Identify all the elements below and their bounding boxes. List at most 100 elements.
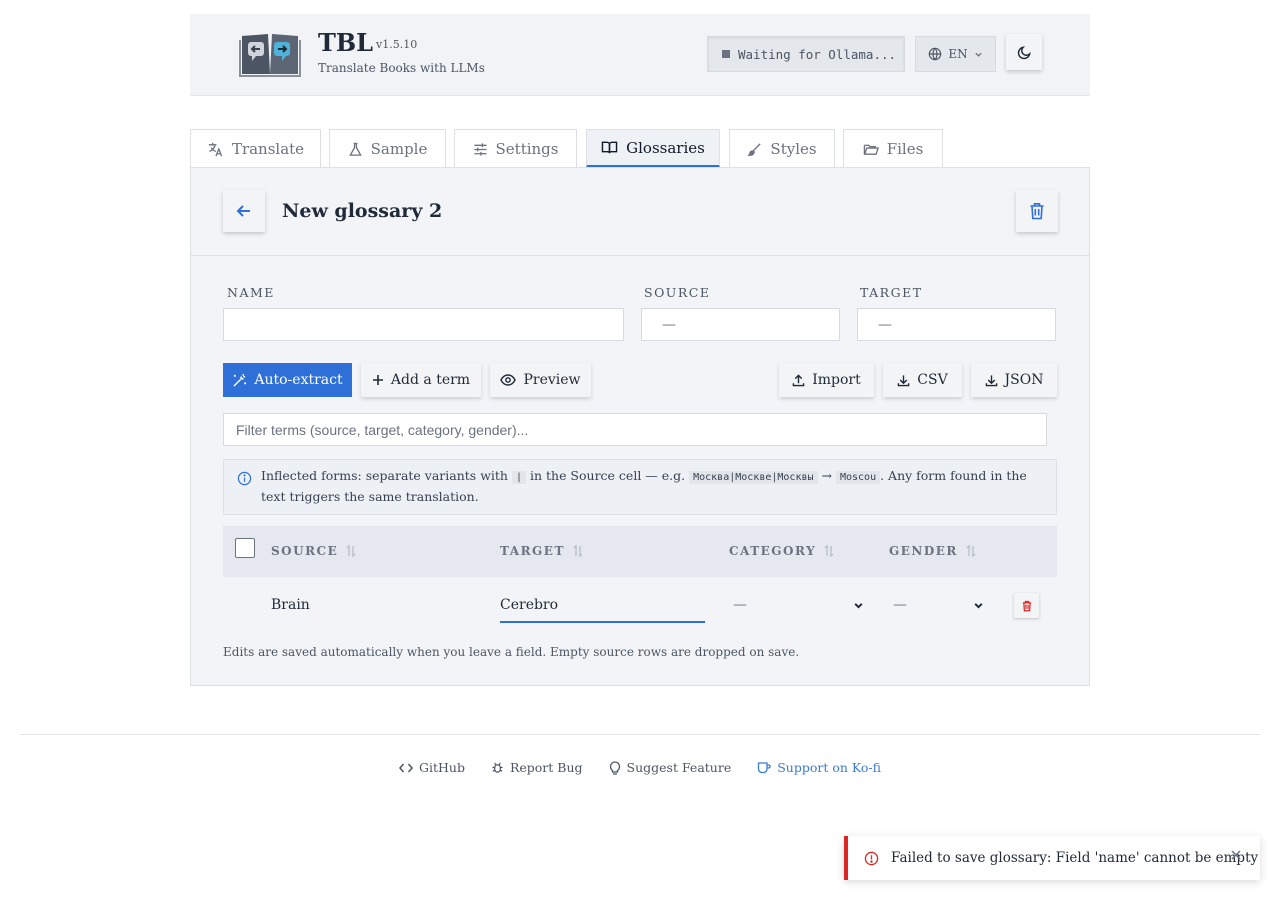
plus-icon	[372, 375, 383, 385]
magic-wand-icon	[233, 373, 247, 387]
export-json-button[interactable]: JSON	[971, 363, 1057, 397]
column-label: SOURCE	[271, 544, 339, 558]
tab-settings[interactable]: Settings	[454, 129, 577, 168]
suggest-feature-link[interactable]: Suggest Feature	[609, 760, 732, 775]
target-language-select[interactable]: —	[857, 308, 1056, 341]
info-text: in the Source cell — e.g.	[529, 468, 686, 483]
column-header-gender[interactable]: GENDER	[889, 544, 976, 558]
column-header-category[interactable]: CATEGORY	[729, 544, 834, 558]
export-csv-button[interactable]: CSV	[883, 363, 962, 397]
sort-icon	[346, 545, 356, 557]
column-label: GENDER	[889, 544, 958, 558]
example-code: Москва|Москве|Москвы	[689, 471, 818, 484]
chevron-down-icon	[854, 602, 863, 609]
target-label: TARGET	[860, 285, 923, 300]
sort-icon	[573, 545, 583, 557]
category-value: —	[733, 597, 747, 613]
footer-link-label: Support on Ko-fi	[777, 760, 881, 775]
inflected-forms-info: Inflected forms: separate variants with …	[223, 459, 1057, 515]
back-button[interactable]	[223, 190, 265, 232]
name-field[interactable]	[223, 308, 624, 341]
language-label: EN	[948, 47, 968, 61]
ollama-status: Waiting for Ollama...	[707, 36, 905, 72]
column-header-target[interactable]: TARGET	[500, 544, 583, 558]
tab-label: Files	[886, 140, 924, 158]
brush-icon	[747, 142, 762, 156]
preview-button[interactable]: Preview	[490, 363, 591, 397]
footer-link-label: Report Bug	[509, 760, 583, 775]
source-language-select[interactable]: —	[641, 308, 840, 341]
auto-extract-button[interactable]: Auto-extract	[223, 363, 352, 397]
coffee-icon	[758, 762, 771, 774]
eye-icon	[500, 374, 517, 386]
glossary-header: New glossary 2	[191, 168, 1089, 256]
select-all-checkbox[interactable]	[235, 538, 255, 558]
auto-extract-label: Auto-extract	[254, 372, 343, 388]
download-icon	[897, 374, 910, 386]
github-link[interactable]: GitHub	[399, 760, 465, 775]
delete-term-button[interactable]	[1014, 593, 1039, 618]
arrow-left-icon	[236, 205, 250, 217]
info-text: Inflected forms: separate variants with	[261, 468, 508, 483]
chevron-down-icon	[974, 52, 982, 57]
tab-sample[interactable]: Sample	[329, 129, 446, 168]
app-title: TBL	[318, 28, 374, 57]
csv-label: CSV	[917, 372, 948, 388]
tab-label: Settings	[495, 140, 559, 158]
gender-select[interactable]: —	[893, 595, 984, 615]
tab-label: Sample	[370, 140, 428, 158]
gender-value: —	[893, 597, 907, 613]
category-select[interactable]: —	[733, 595, 864, 615]
bug-icon	[492, 762, 503, 773]
lightbulb-icon	[609, 760, 620, 775]
translate-icon	[208, 142, 223, 156]
tab-styles[interactable]: Styles	[729, 129, 835, 168]
tab-label: Styles	[770, 140, 817, 158]
tab-files[interactable]: Files	[843, 129, 943, 168]
code-icon	[399, 763, 413, 772]
terms-table-header: SOURCE TARGET CATEGORY GENDER	[223, 526, 1057, 577]
filter-terms-input[interactable]: Filter terms (source, target, category, …	[223, 413, 1047, 446]
globe-icon	[929, 47, 942, 61]
theme-toggle-button[interactable]	[1006, 34, 1042, 70]
add-term-button[interactable]: Add a term	[361, 363, 481, 397]
term-source-cell[interactable]: Brain	[271, 597, 310, 613]
toast-message: Failed to save glossary: Field 'name' ca…	[891, 850, 1259, 866]
delete-glossary-button[interactable]	[1016, 190, 1058, 232]
tab-glossaries[interactable]: Glossaries	[586, 129, 720, 168]
autosave-note: Edits are saved automatically when you l…	[223, 645, 800, 659]
book-open-icon	[601, 141, 618, 154]
column-header-source[interactable]: SOURCE	[271, 544, 356, 558]
import-label: Import	[812, 372, 861, 388]
footer-link-label: Suggest Feature	[626, 760, 732, 775]
add-term-label: Add a term	[390, 372, 471, 388]
kofi-link[interactable]: Support on Ko-fi	[757, 760, 881, 775]
arrow-text: →	[821, 468, 832, 483]
json-label: JSON	[1004, 372, 1044, 388]
alert-circle-icon	[864, 851, 879, 865]
preview-label: Preview	[523, 372, 581, 388]
report-bug-link[interactable]: Report Bug	[491, 760, 583, 775]
result-code: Moscou	[835, 471, 881, 484]
moon-icon	[1017, 45, 1031, 59]
error-toast: Failed to save glossary: Field 'name' ca…	[844, 836, 1260, 880]
app-version: v1.5.10	[376, 38, 418, 51]
info-icon	[237, 471, 252, 486]
app-header: TBL v1.5.10 Translate Books with LLMs Wa…	[190, 14, 1090, 96]
term-target-input[interactable]: Cerebro	[500, 587, 705, 623]
language-selector[interactable]: EN	[915, 36, 996, 72]
sliders-icon	[473, 142, 487, 156]
close-icon[interactable]	[1230, 849, 1242, 861]
name-label: NAME	[227, 285, 275, 300]
chevron-down-icon	[974, 602, 983, 609]
footer-divider	[20, 734, 1260, 735]
column-label: TARGET	[500, 544, 565, 558]
flask-icon	[348, 142, 362, 156]
tab-label: Translate	[231, 140, 305, 158]
folder-icon	[863, 144, 879, 155]
import-button[interactable]: Import	[779, 363, 874, 397]
upload-icon	[792, 373, 805, 386]
tab-translate[interactable]: Translate	[190, 129, 321, 168]
source-label: SOURCE	[644, 285, 711, 300]
sort-icon	[966, 545, 976, 557]
